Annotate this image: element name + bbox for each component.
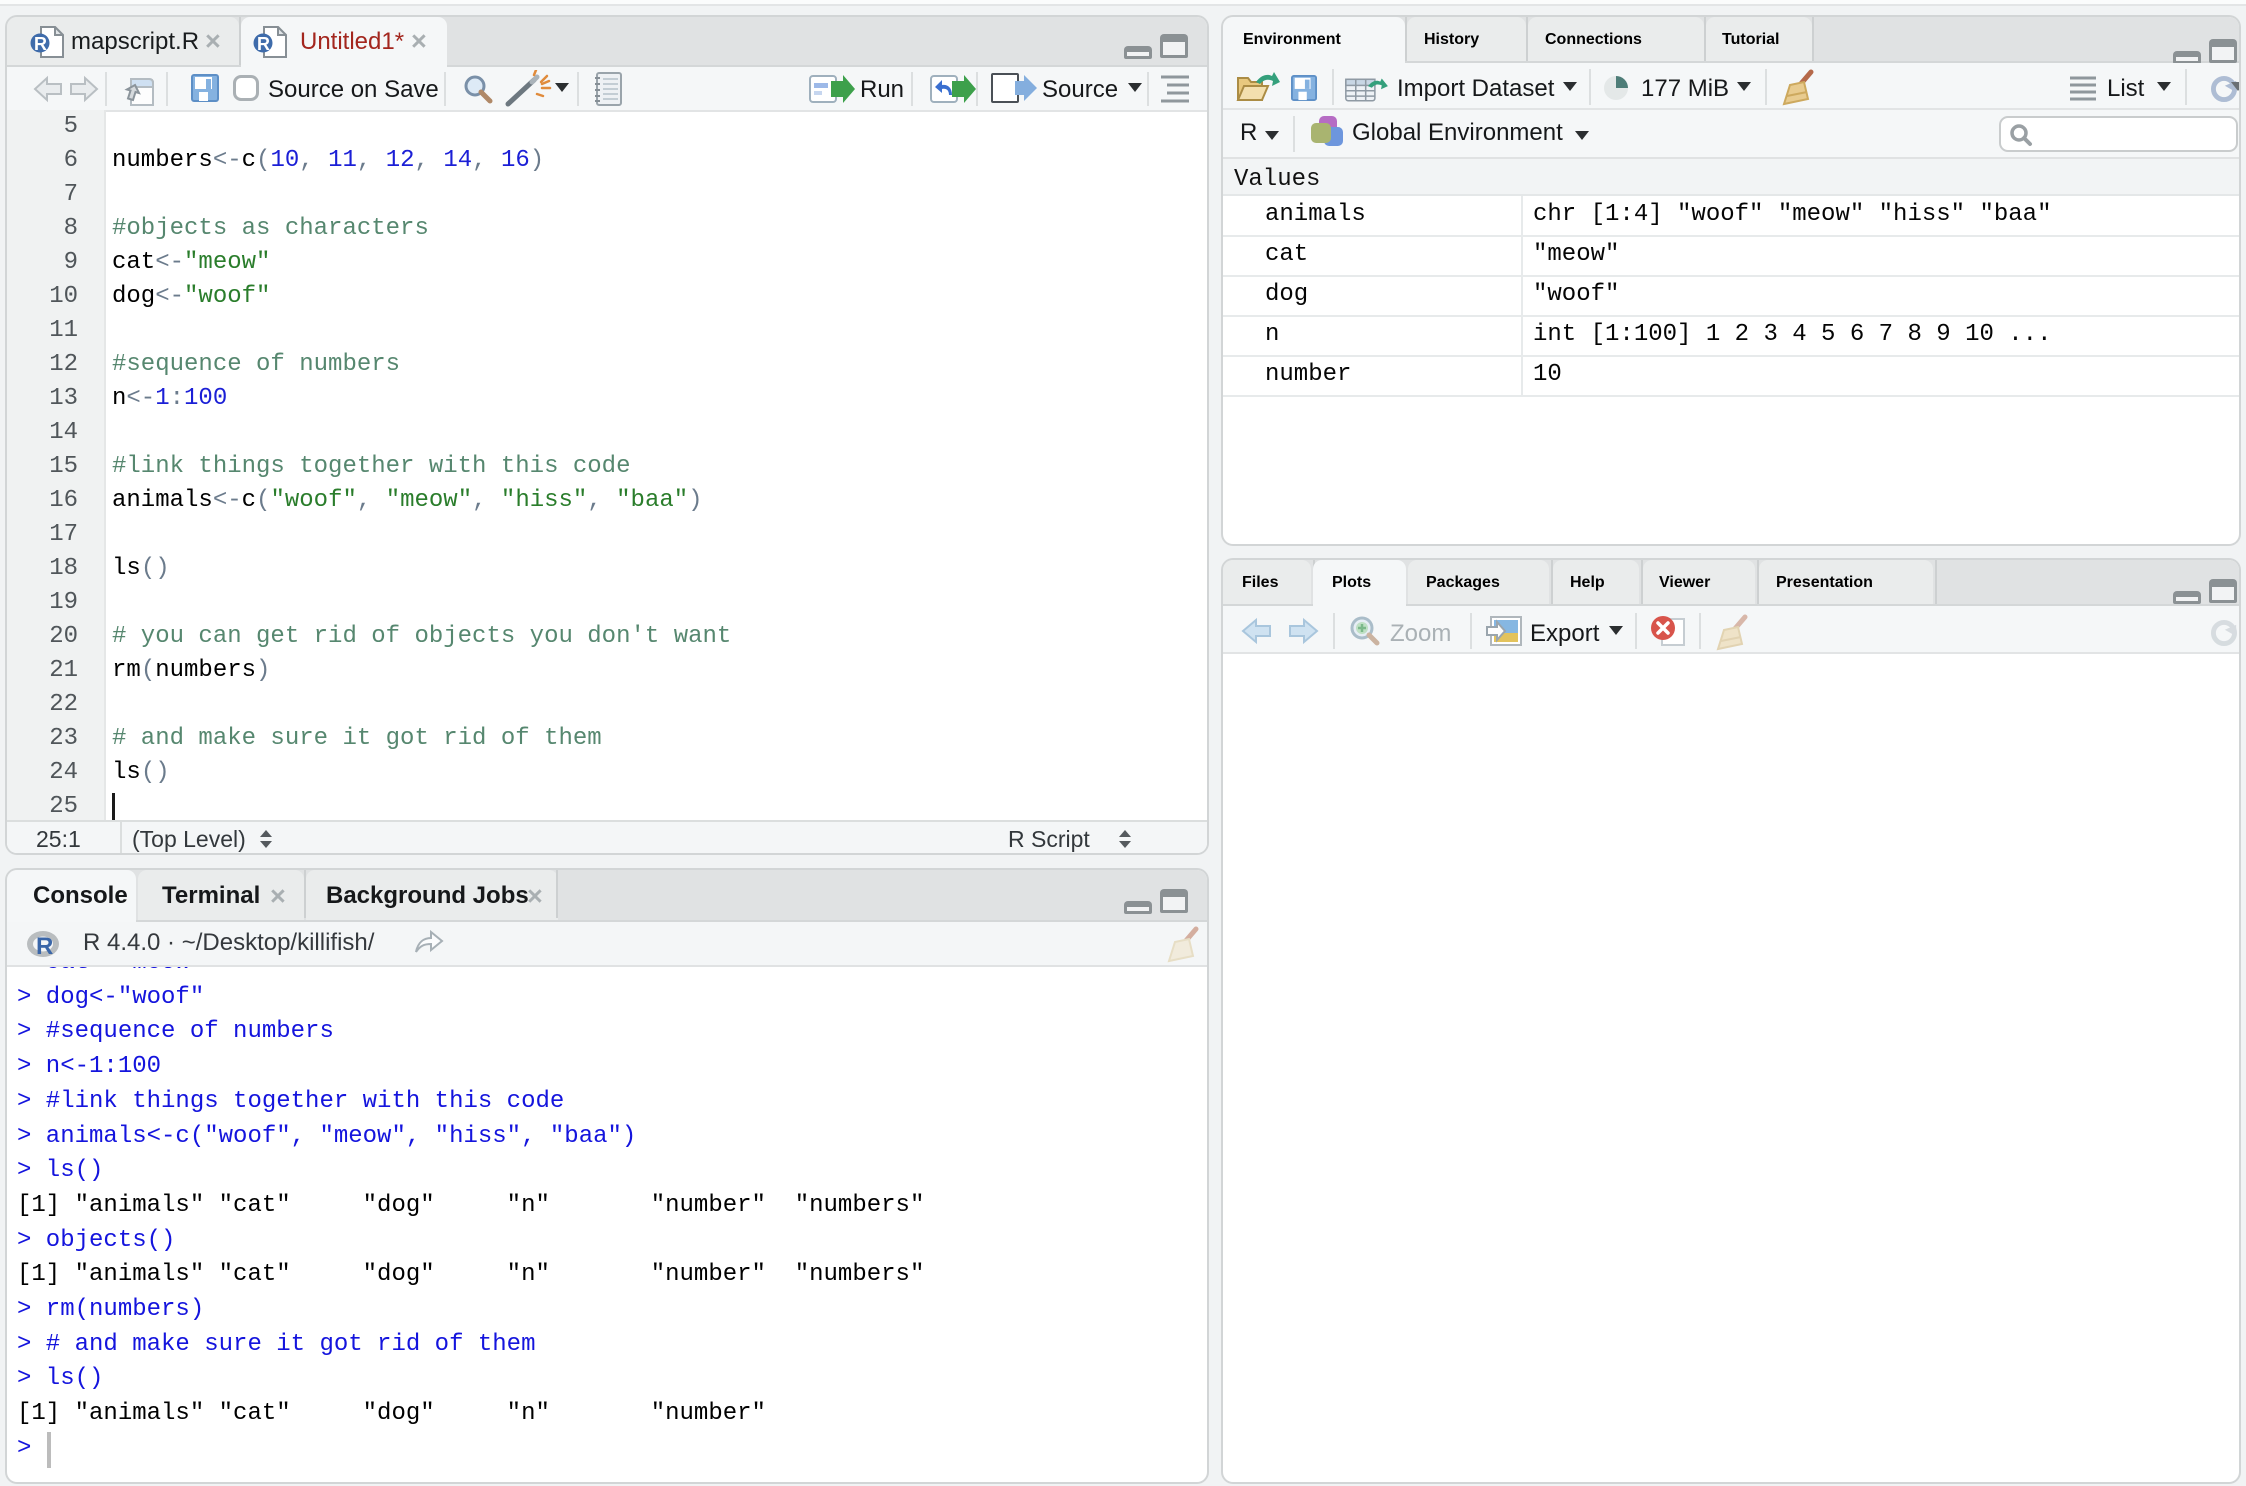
- svg-text:R: R: [36, 933, 53, 960]
- svg-text:R: R: [34, 34, 47, 54]
- svg-text:R: R: [257, 34, 270, 54]
